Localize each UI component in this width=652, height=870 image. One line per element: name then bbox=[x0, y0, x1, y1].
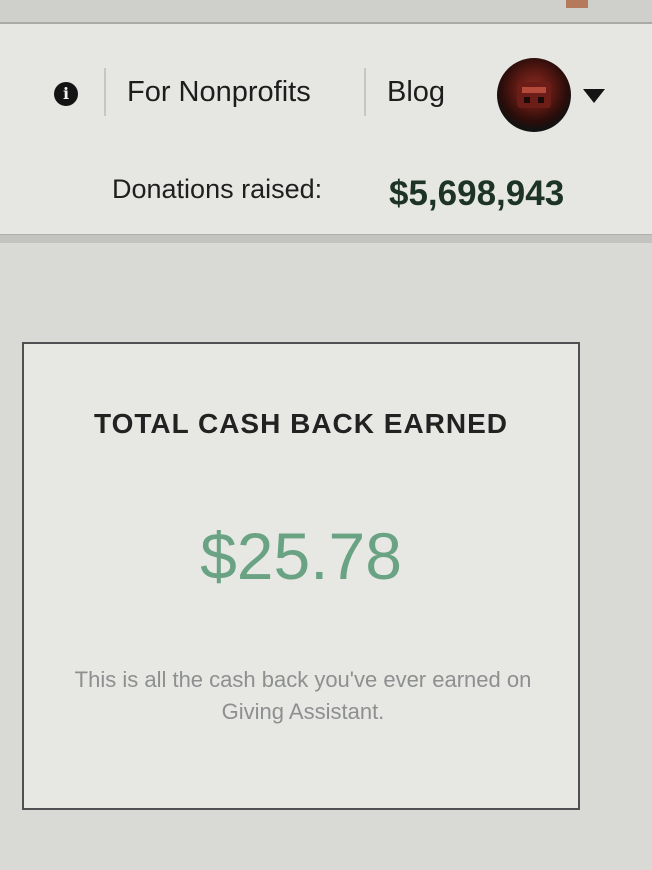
header-divider bbox=[0, 234, 652, 243]
nav-divider bbox=[104, 68, 106, 116]
user-avatar[interactable] bbox=[497, 58, 571, 132]
cashback-card-note: This is all the cash back you've ever ea… bbox=[74, 667, 532, 724]
browser-top-strip bbox=[0, 0, 652, 24]
nav-divider bbox=[364, 68, 366, 116]
cashback-total-amount: $25.78 bbox=[200, 519, 402, 593]
cashback-card: TOTAL CASH BACK EARNED $25.78 This is al… bbox=[22, 342, 580, 810]
avatar-image bbox=[517, 82, 551, 108]
cashback-card-title: TOTAL CASH BACK EARNED bbox=[93, 408, 508, 439]
corner-decoration bbox=[566, 0, 588, 8]
nav-link-for-nonprofits[interactable]: For Nonprofits bbox=[127, 76, 311, 109]
donations-raised-label: Donations raised: bbox=[112, 174, 323, 204]
donations-raised-value: $5,698,943 bbox=[389, 174, 565, 213]
nav-link-blog[interactable]: Blog bbox=[387, 76, 445, 109]
chevron-down-icon[interactable] bbox=[583, 89, 605, 103]
info-icon[interactable]: i bbox=[54, 82, 78, 106]
